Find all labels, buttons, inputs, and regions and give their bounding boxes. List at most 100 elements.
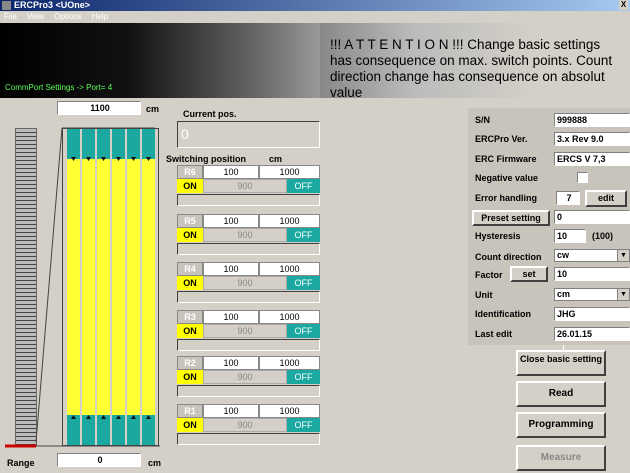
switch-mid-value: 900 xyxy=(203,370,287,384)
switch-mid-value: 900 xyxy=(203,179,287,193)
factor-set-button[interactable]: set xyxy=(510,266,548,282)
menu-view[interactable]: View xyxy=(27,12,44,21)
factor-input[interactable]: 10 xyxy=(554,267,630,281)
switch-off-indicator: OFF xyxy=(287,370,320,384)
switch-off-indicator: OFF xyxy=(287,418,320,432)
switching-unit: cm xyxy=(269,154,283,164)
negative-value-checkbox[interactable] xyxy=(577,172,588,183)
sn-label: S/N xyxy=(475,115,491,125)
switch-status-line xyxy=(177,433,320,445)
switch-row-r2: R2 100 1000 ON 900 OFF xyxy=(177,356,320,399)
gauge-top-value[interactable]: 1100 xyxy=(57,101,141,115)
switch-off-indicator: OFF xyxy=(287,228,320,242)
switch-id: R1 xyxy=(177,404,203,418)
count-direction-value: cw xyxy=(557,250,570,260)
switch-status-line xyxy=(177,291,320,303)
switch-off-indicator: OFF xyxy=(287,276,320,290)
gauge-top-unit: cm xyxy=(146,104,160,114)
switch-status-line xyxy=(177,243,320,255)
switch-low-input[interactable]: 100 xyxy=(203,404,259,418)
switch-high-input[interactable]: 1000 xyxy=(259,165,320,179)
switch-on-indicator: ON xyxy=(177,228,203,242)
identification-input[interactable]: JHG xyxy=(554,307,630,321)
error-edit-button[interactable]: edit xyxy=(585,190,627,207)
preset-value-input[interactable]: 0 xyxy=(554,210,630,224)
ercpro-ver-value: 3.x Rev 9.0 xyxy=(554,132,630,146)
last-edit-value: 26.01.15 xyxy=(554,327,630,341)
comport-status[interactable]: CommPort Settings -> Port= 4 xyxy=(5,83,112,92)
menu-help[interactable]: Help xyxy=(92,12,108,21)
switch-high-input[interactable]: 1000 xyxy=(259,356,320,370)
switch-high-input[interactable]: 1000 xyxy=(259,404,320,418)
menu-file[interactable]: File xyxy=(4,12,17,21)
switch-on-indicator: ON xyxy=(177,179,203,193)
negative-value-label: Negative value xyxy=(475,173,539,183)
factor-label: Factor xyxy=(475,270,503,280)
switching-header: Switching position xyxy=(166,154,246,164)
close-basic-setting-button[interactable]: Close basic setting xyxy=(516,350,606,376)
firmware-label: ERC Firmware xyxy=(475,154,537,164)
switch-status-line xyxy=(177,339,320,351)
switch-row-r1: R1 100 1000 ON 900 OFF xyxy=(177,404,320,447)
switch-on-indicator: ON xyxy=(177,370,203,384)
range-unit: cm xyxy=(148,458,162,468)
current-pos-value: 0 xyxy=(177,121,320,148)
hysteresis-hint: (100) xyxy=(592,231,614,241)
current-pos-label: Current pos. xyxy=(183,109,237,119)
hysteresis-label: Hysteresis xyxy=(475,231,521,241)
switch-id: R6 xyxy=(177,165,203,179)
range-label: Range xyxy=(7,458,35,468)
unit-label: Unit xyxy=(475,290,493,300)
unit-select[interactable]: cm ▼ xyxy=(554,288,630,301)
switch-mid-value: 900 xyxy=(203,276,287,290)
read-button[interactable]: Read xyxy=(516,381,606,407)
chevron-down-icon[interactable]: ▼ xyxy=(617,250,629,261)
ercpro-ver-label: ERCPro Ver. xyxy=(475,134,528,144)
attention-notice: !!! A T T E N T I O N !!! Change basic s… xyxy=(330,37,613,100)
switch-low-input[interactable]: 100 xyxy=(203,262,259,276)
switch-id: R2 xyxy=(177,356,203,370)
arrow-markers xyxy=(71,157,151,419)
switch-row-r4: R4 100 1000 ON 900 OFF xyxy=(177,262,320,305)
preset-setting-button[interactable]: Preset setting xyxy=(472,210,550,226)
title-bar: ERCPro3 <UOne> X xyxy=(0,0,630,11)
switch-row-r3: R3 100 1000 ON 900 OFF xyxy=(177,310,320,353)
hysteresis-input[interactable]: 10 xyxy=(554,229,586,243)
switch-mid-value: 900 xyxy=(203,228,287,242)
error-handling-value: 7 xyxy=(556,191,580,205)
chevron-down-icon[interactable]: ▼ xyxy=(617,289,629,300)
switch-high-input[interactable]: 1000 xyxy=(259,214,320,228)
switch-low-input[interactable]: 100 xyxy=(203,356,259,370)
switch-on-indicator: ON xyxy=(177,276,203,290)
switch-low-input[interactable]: 100 xyxy=(203,214,259,228)
error-handling-label: Error handling xyxy=(475,193,538,203)
last-edit-label: Last edit xyxy=(475,329,513,339)
switch-column-area xyxy=(62,128,159,446)
switch-id: R3 xyxy=(177,310,203,324)
window-title: ERCPro3 <UOne> xyxy=(14,0,91,10)
switch-low-input[interactable]: 100 xyxy=(203,310,259,324)
measure-button[interactable]: Measure xyxy=(516,445,606,471)
switch-id: R5 xyxy=(177,214,203,228)
switch-low-input[interactable]: 100 xyxy=(203,165,259,179)
switch-row-r5: R5 100 1000 ON 900 OFF xyxy=(177,214,320,257)
range-value[interactable]: 0 xyxy=(57,453,141,467)
switch-high-input[interactable]: 1000 xyxy=(259,310,320,324)
switch-mid-value: 900 xyxy=(203,324,287,338)
switch-off-indicator: OFF xyxy=(287,179,320,193)
switch-mid-value: 900 xyxy=(203,418,287,432)
programming-button[interactable]: Programming xyxy=(516,412,606,438)
sn-value: 999888 xyxy=(554,113,630,127)
menu-bar: File View Options Help xyxy=(0,11,630,23)
firmware-value: ERCS V 7,3 xyxy=(554,152,630,166)
close-icon[interactable]: X xyxy=(619,0,628,10)
identification-label: Identification xyxy=(475,309,531,319)
count-direction-select[interactable]: cw ▼ xyxy=(554,249,630,262)
count-direction-label: Count direction xyxy=(475,252,542,262)
menu-options[interactable]: Options xyxy=(54,12,82,21)
switch-high-input[interactable]: 1000 xyxy=(259,262,320,276)
unit-value: cm xyxy=(557,289,571,299)
switch-on-indicator: ON xyxy=(177,418,203,432)
app-icon xyxy=(2,1,11,10)
switch-on-indicator: ON xyxy=(177,324,203,338)
